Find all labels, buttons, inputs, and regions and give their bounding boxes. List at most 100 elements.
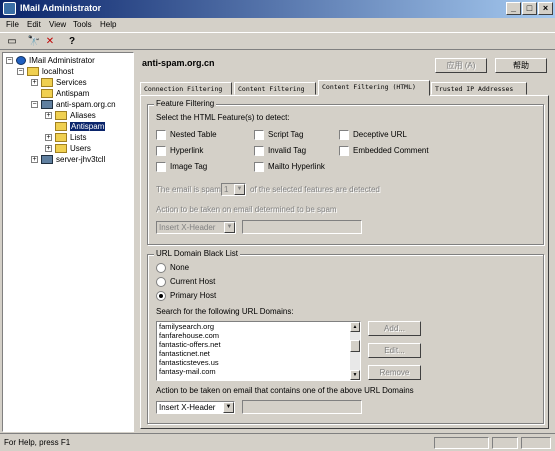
menu-view[interactable]: View — [49, 20, 66, 29]
folder-icon — [55, 122, 67, 132]
list-item[interactable]: fanfarehouse.com — [157, 331, 360, 340]
radio-current-host-label: Current Host — [170, 277, 216, 286]
status-bar: For Help, press F1 — [0, 433, 555, 451]
list-item[interactable]: familysearch.org — [157, 322, 360, 331]
toolbar: ▭ 🔭 ✕ ? — [0, 32, 555, 50]
minimize-button[interactable]: _ — [506, 2, 521, 15]
edit-domain-button[interactable]: Edit... — [368, 343, 421, 358]
close-button[interactable]: × — [538, 2, 553, 15]
maximize-button[interactable]: □ — [522, 2, 537, 15]
tree-item-server[interactable]: + server-jhv3tcll — [31, 155, 105, 166]
url-domain-list[interactable]: familysearch.org fanfarehouse.com fantas… — [156, 321, 361, 381]
expand-icon[interactable]: + — [45, 112, 52, 120]
expand-icon[interactable]: + — [45, 145, 52, 153]
collapse-icon[interactable]: − — [31, 101, 38, 109]
folder-icon — [41, 89, 53, 99]
collapse-icon[interactable]: − — [6, 57, 13, 65]
tab-content-filtering-html[interactable]: Content Filtering (HTML) — [318, 80, 430, 96]
url-action-select[interactable]: Insert X-Header ▼ — [156, 401, 235, 414]
title-bar: IMail Administrator _ □ × — [0, 0, 555, 18]
tree-item-lists[interactable]: + Lists — [45, 133, 86, 144]
url-search-label: Search for the following URL Domains: — [156, 307, 294, 316]
deceptive-url-checkbox[interactable] — [339, 130, 349, 140]
list-item[interactable]: fantasticnet.net — [157, 349, 360, 358]
feature-count-select[interactable]: 1 ▼ — [221, 183, 246, 196]
nested-table-checkbox[interactable] — [156, 130, 166, 140]
script-tag-label: Script Tag — [268, 130, 304, 139]
list-item[interactable]: fantasticsteves.us — [157, 358, 360, 367]
app-icon — [3, 2, 16, 15]
menu-bar: File Edit View Tools Help — [0, 18, 555, 32]
radio-primary-host-label: Primary Host — [170, 291, 217, 300]
list-item[interactable]: fantasy-mail.com — [157, 367, 360, 376]
image-tag-checkbox[interactable] — [156, 162, 166, 172]
menu-edit[interactable]: Edit — [27, 20, 41, 29]
tree-item-users[interactable]: + Users — [45, 144, 91, 155]
server-icon — [41, 100, 53, 110]
deceptive-url-label: Deceptive URL — [353, 130, 407, 139]
spam-if-label: The email is spam if — [156, 185, 228, 194]
feature-filtering-legend: Feature Filtering — [154, 99, 217, 108]
image-tag-label: Image Tag — [170, 162, 208, 171]
scroll-down-icon[interactable]: ▼ — [350, 370, 360, 380]
status-pane — [521, 437, 551, 449]
hyperlink-checkbox[interactable] — [156, 146, 166, 156]
embedded-comment-checkbox[interactable] — [339, 146, 349, 156]
add-domain-button[interactable]: Add... — [368, 321, 421, 336]
feature-filtering-group: Feature Filtering Select the HTML Featur… — [147, 99, 544, 245]
radio-none[interactable] — [156, 263, 166, 273]
hyperlink-label: Hyperlink — [170, 146, 204, 155]
menu-file[interactable]: File — [6, 20, 19, 29]
remove-domain-button[interactable]: Remove — [368, 365, 421, 380]
window-title: IMail Administrator — [20, 3, 102, 13]
script-tag-checkbox[interactable] — [254, 130, 264, 140]
list-item[interactable]: fantastic-offers.net — [157, 340, 360, 349]
expand-icon[interactable]: + — [31, 156, 38, 164]
collapse-icon[interactable]: − — [17, 68, 24, 76]
tree-view[interactable]: − IMail Administrator − localhost + Service… — [2, 52, 134, 432]
help-button[interactable]: 帮助 — [495, 58, 547, 73]
spam-action-value-field[interactable] — [242, 220, 362, 234]
url-action-value-field[interactable] — [242, 400, 362, 414]
invalid-tag-label: Invalid Tag — [268, 146, 307, 155]
chevron-down-icon: ▼ — [224, 222, 235, 233]
radio-primary-host[interactable] — [156, 291, 166, 301]
tree-item-services[interactable]: + Services — [31, 78, 87, 89]
chevron-down-icon: ▼ — [234, 184, 245, 195]
tree-item-localhost[interactable]: − localhost — [17, 67, 74, 78]
tab-connection-filtering[interactable]: Connection Filtering — [140, 82, 232, 95]
open-folder-icon[interactable]: ▭ — [4, 35, 20, 49]
url-action-label: Action to be taken on email that contain… — [156, 386, 414, 395]
tab-content-filtering[interactable]: Content Filtering — [234, 82, 316, 95]
tree-item-antispam-localhost[interactable]: Antispam — [41, 89, 89, 100]
delete-icon[interactable]: ✕ — [42, 35, 58, 49]
status-pane — [434, 437, 489, 449]
tree-item-antispam-domain[interactable]: Antispam — [55, 122, 106, 133]
scroll-up-icon[interactable]: ▲ — [350, 322, 360, 332]
expand-icon[interactable]: + — [31, 79, 38, 87]
menu-tools[interactable]: Tools — [73, 20, 92, 29]
folder-icon — [41, 78, 53, 88]
folder-icon — [55, 133, 67, 143]
folder-icon — [55, 144, 67, 154]
feature-prompt: Select the HTML Feature(s) to detect: — [156, 113, 290, 122]
menu-help[interactable]: Help — [100, 20, 116, 29]
tree-item-domain[interactable]: − anti-spam.org.cn — [31, 100, 116, 111]
chevron-down-icon: ▼ — [223, 402, 234, 413]
apply-button[interactable]: 应用 (A) — [435, 58, 487, 73]
spam-action-label: Action to be taken on email determined t… — [156, 205, 337, 214]
find-icon[interactable]: 🔭 — [26, 35, 42, 49]
tree-item-aliases[interactable]: + Aliases — [45, 111, 96, 122]
server-icon — [41, 155, 53, 165]
radio-current-host[interactable] — [156, 277, 166, 287]
spam-action-select[interactable]: Insert X-Header ▼ — [156, 221, 236, 234]
folder-icon — [27, 67, 39, 77]
tree-item-root[interactable]: − IMail Administrator — [6, 56, 95, 67]
expand-icon[interactable]: + — [45, 134, 52, 142]
scroll-thumb[interactable] — [350, 340, 360, 352]
list-scrollbar[interactable]: ▲ ▼ — [350, 322, 360, 380]
invalid-tag-checkbox[interactable] — [254, 146, 264, 156]
help-icon[interactable]: ? — [64, 35, 80, 49]
mailto-hyperlink-checkbox[interactable] — [254, 162, 264, 172]
tab-trusted-ip[interactable]: Trusted IP Addresses — [431, 82, 527, 95]
